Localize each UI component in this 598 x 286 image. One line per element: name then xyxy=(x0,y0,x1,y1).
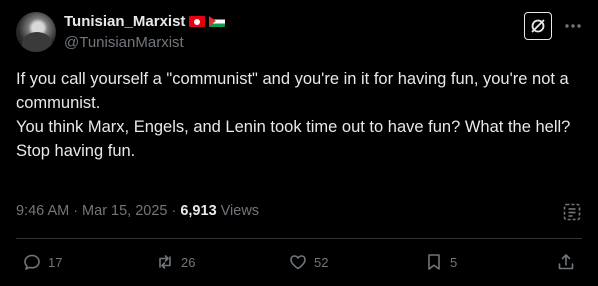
share-button[interactable] xyxy=(556,252,576,272)
tweet-time[interactable]: 9:46 AM xyxy=(16,203,69,219)
bookmark-button[interactable]: 5 xyxy=(424,252,457,272)
author-display-name[interactable]: Tunisian_Marxist xyxy=(64,13,185,30)
repost-button[interactable]: 26 xyxy=(155,252,195,272)
bookmark-count: 5 xyxy=(450,254,458,270)
reply-count: 17 xyxy=(48,254,63,270)
views-count: 6,913 xyxy=(180,203,217,219)
meta-separator: · xyxy=(73,203,79,219)
grok-icon xyxy=(531,19,545,33)
analytics-icon[interactable] xyxy=(562,202,582,222)
tweet-line: If you call yourself a "communist" and y… xyxy=(16,70,569,112)
tweet-line: You think Marx, Engels, and Lenin took t… xyxy=(16,118,571,136)
reply-button[interactable]: 17 xyxy=(22,252,62,272)
avatar[interactable] xyxy=(16,12,56,52)
tweet-meta: 9:46 AM · Mar 15, 2025 · 6,913 Views xyxy=(16,203,259,219)
reply-icon xyxy=(24,254,40,270)
more-button[interactable] xyxy=(562,14,584,38)
palestine-flag-icon xyxy=(209,16,226,27)
tunisia-flag-icon xyxy=(189,16,206,27)
meta-separator: · xyxy=(171,203,177,219)
divider xyxy=(16,238,582,239)
like-button[interactable]: 52 xyxy=(288,252,328,272)
like-icon xyxy=(290,255,306,270)
tweet-text: If you call yourself a "communist" and y… xyxy=(16,67,586,163)
author-name-row: Tunisian_Marxist xyxy=(64,13,226,30)
repost-icon xyxy=(159,255,171,269)
like-count: 52 xyxy=(314,254,329,270)
share-icon xyxy=(558,254,574,270)
author-handle[interactable]: @TunisianMarxist xyxy=(64,34,184,51)
bookmark-icon xyxy=(428,254,440,270)
more-icon xyxy=(565,24,581,28)
tweet-date[interactable]: Mar 15, 2025 xyxy=(82,203,167,219)
views-label: Views xyxy=(220,203,260,219)
tweet-line: Stop having fun. xyxy=(16,142,136,160)
repost-count: 26 xyxy=(181,254,196,270)
grok-button[interactable] xyxy=(524,12,552,40)
